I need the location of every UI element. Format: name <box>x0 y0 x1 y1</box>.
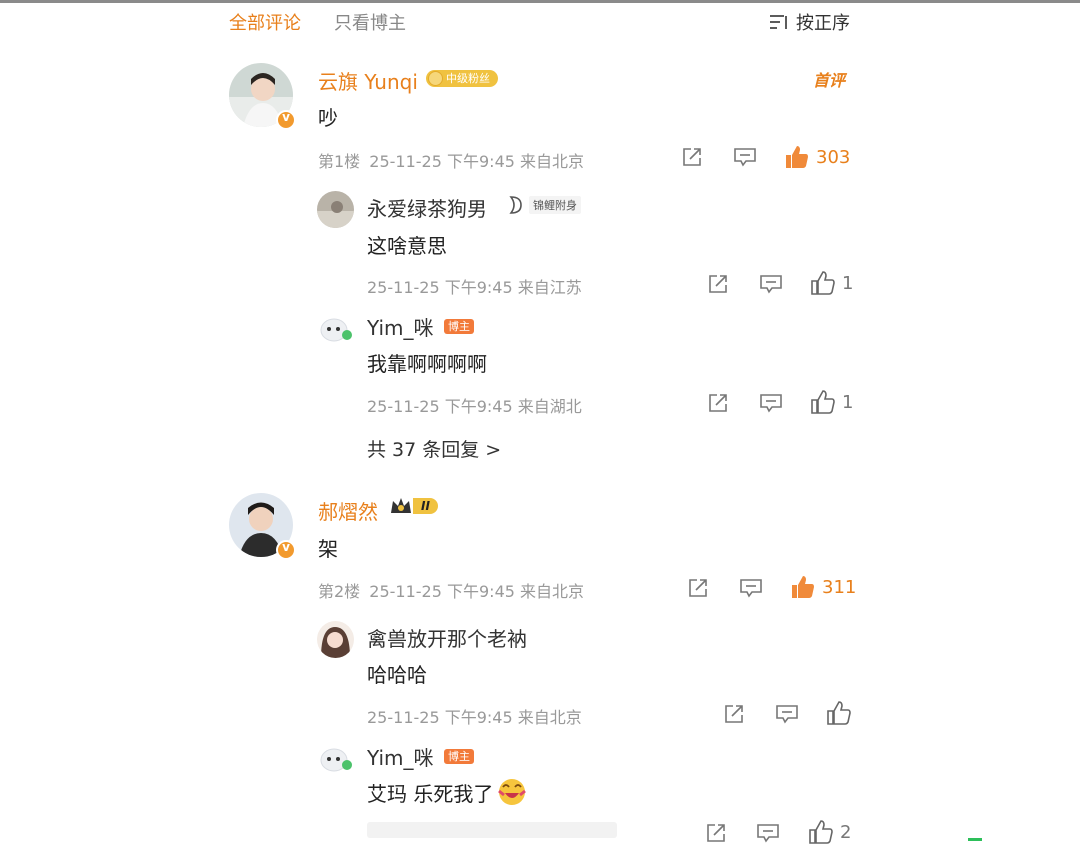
top-divider <box>0 0 1080 3</box>
reply-user-name[interactable]: Yim_咪 <box>367 742 434 771</box>
reply-user-name[interactable]: 永爱绿茶狗男 <box>367 193 487 222</box>
reply-user-name[interactable]: 禽兽放开那个老衲 <box>367 623 527 652</box>
floor-label: 第1楼 <box>318 152 361 171</box>
like-count: 303 <box>816 146 851 168</box>
avatar[interactable] <box>317 310 354 347</box>
like-icon <box>809 820 833 844</box>
reply-meta: 25-11-25 下午9:45 来自湖北 <box>367 397 582 416</box>
fan-level-badge: 中级粉丝 <box>426 67 498 87</box>
comment-icon[interactable] <box>739 578 763 598</box>
comment-icon[interactable] <box>733 147 757 167</box>
fish-badge: 锦鲤附身 <box>507 195 581 215</box>
like-icon <box>811 271 835 295</box>
comment-icon[interactable] <box>759 274 783 294</box>
member-badge: II <box>389 495 438 517</box>
blogger-badge: 博主 <box>444 745 474 764</box>
like-button[interactable]: 2 <box>808 819 851 845</box>
fish-icon <box>509 196 522 214</box>
verified-icon <box>276 540 296 560</box>
like-icon <box>811 390 835 414</box>
reply-text: 这啥意思 <box>367 234 447 258</box>
reply-meta: 25-11-25 下午9:45 来自北京 <box>367 708 582 727</box>
reply-meta: 25-11-25 下午9:45 来自江苏 <box>367 278 582 297</box>
like-button[interactable]: 1 <box>810 270 853 296</box>
like-button[interactable]: 303 <box>784 144 850 170</box>
share-icon[interactable] <box>705 822 727 844</box>
like-button[interactable]: 311 <box>790 574 856 600</box>
comment-text: 吵 <box>318 106 338 130</box>
tab-all-comments[interactable]: 全部评论 <box>229 9 301 35</box>
timestamp: 25-11-25 下午9:45 来自北京 <box>369 582 585 601</box>
like-icon <box>792 576 814 598</box>
blogger-badge: 博主 <box>444 315 474 334</box>
like-icon <box>786 146 808 168</box>
comment-icon[interactable] <box>759 393 783 413</box>
reply-user-name[interactable]: Yim_咪 <box>367 312 434 341</box>
scroll-indicator <box>968 838 982 841</box>
floor-label: 第2楼 <box>318 582 361 601</box>
share-icon[interactable] <box>707 392 729 414</box>
more-replies-link[interactable]: 共 37 条回复 > <box>367 435 501 462</box>
like-count: 1 <box>842 391 854 413</box>
reply-text: 艾玛 乐死我了 <box>367 781 494 806</box>
avatar[interactable] <box>317 740 354 777</box>
sort-toggle[interactable]: 按正序 <box>768 9 850 35</box>
comment-text: 架 <box>318 537 338 561</box>
comment-meta: 第2楼 25-11-25 下午9:45 来自北京 <box>318 578 584 602</box>
reply-text: 我靠啊啊啊啊 <box>367 352 487 376</box>
avatar[interactable] <box>317 191 354 228</box>
comment-meta: 第1楼 25-11-25 下午9:45 来自北京 <box>318 148 584 172</box>
share-icon[interactable] <box>723 703 745 725</box>
like-button[interactable]: 1 <box>810 389 853 415</box>
sort-label: 按正序 <box>796 13 850 34</box>
like-button[interactable] <box>826 700 858 726</box>
comment-icon[interactable] <box>756 823 780 843</box>
first-comment-label: 首评 <box>813 71 846 90</box>
sort-icon <box>770 15 787 29</box>
commenter-name[interactable]: 云旗 Yunqi <box>318 66 418 95</box>
timestamp: 25-11-25 下午9:45 来自北京 <box>369 152 585 171</box>
crown-icon <box>391 498 411 513</box>
like-icon <box>827 701 851 725</box>
verified-icon <box>276 110 296 130</box>
avatar[interactable] <box>317 621 354 658</box>
share-icon[interactable] <box>707 273 729 295</box>
share-icon[interactable] <box>681 146 703 168</box>
like-count: 1 <box>842 272 854 294</box>
reply-text-row: 艾玛 乐死我了 <box>367 777 527 807</box>
like-count: 2 <box>840 821 852 843</box>
comment-icon[interactable] <box>775 704 799 724</box>
blurred-meta <box>367 822 617 838</box>
commenter-name[interactable]: 郝熠然 <box>318 496 378 525</box>
tab-blogger-only[interactable]: 只看博主 <box>334 9 406 35</box>
reply-text: 哈哈哈 <box>367 663 427 687</box>
laugh-emoji-icon <box>498 779 527 805</box>
like-count: 311 <box>822 576 857 598</box>
share-icon[interactable] <box>687 577 709 599</box>
